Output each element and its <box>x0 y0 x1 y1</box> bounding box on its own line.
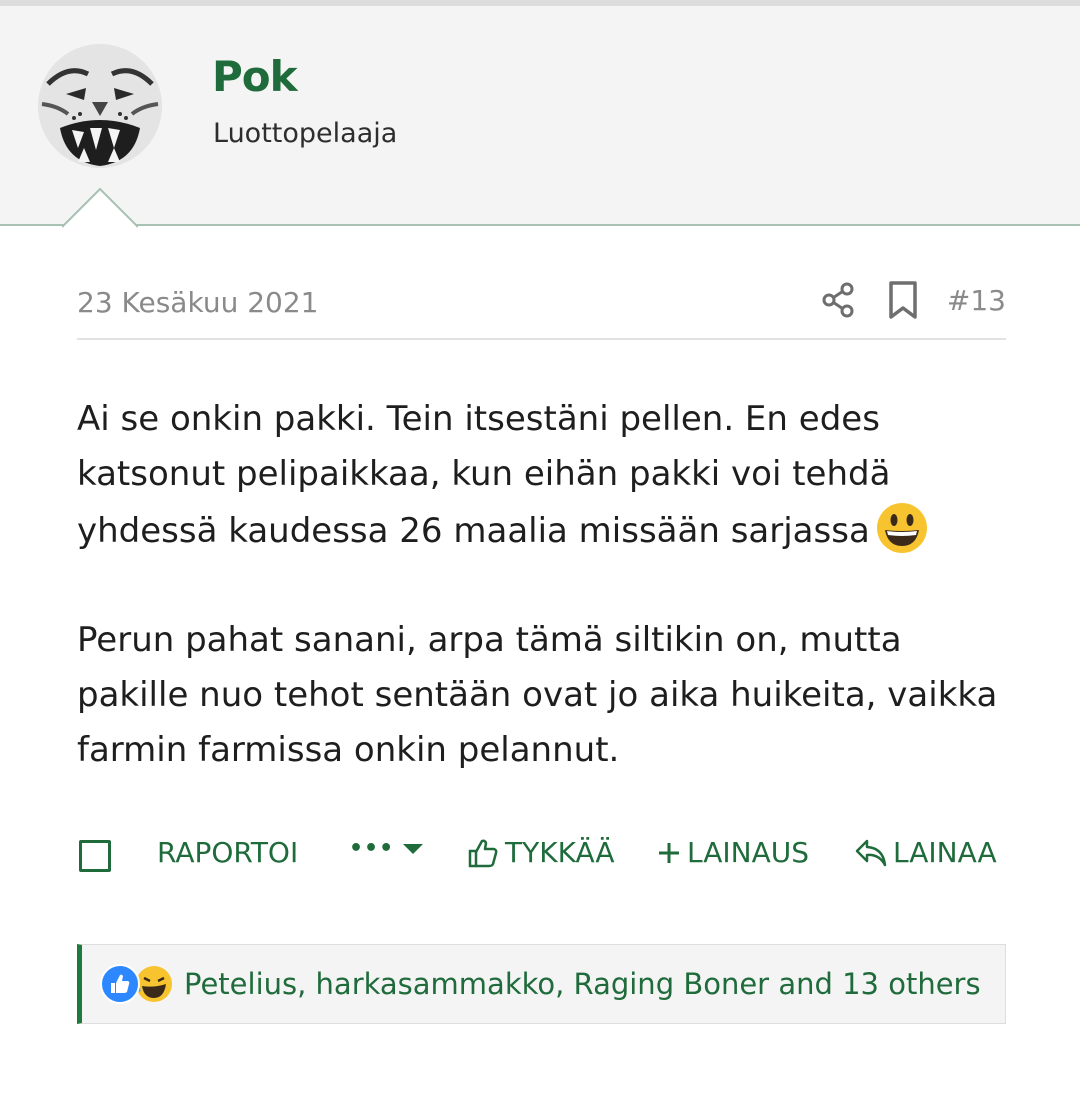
laugh-emoji <box>135 966 172 1002</box>
user-title: Luottopelaaja <box>213 118 398 149</box>
multiquote-label: LAINAUS <box>687 836 810 869</box>
plus-icon <box>659 842 679 863</box>
reactions-bar[interactable]: Petelius, harkasammakko, Raging Boner an… <box>77 944 1006 1024</box>
post-content: Ai se onkin pakki. Tein itsestäni pellen… <box>77 392 1017 832</box>
report-label: RAPORTOI <box>157 836 299 869</box>
post-paragraph: Perun pahat sanani, arpa tämä siltikin o… <box>77 620 998 770</box>
post-number[interactable]: #13 <box>947 284 1006 317</box>
post-paragraph: Ai se onkin pakki. Tein itsestäni pellen… <box>77 392 1017 559</box>
select-checkbox[interactable] <box>79 840 111 872</box>
like-label: TYKKÄÄ <box>505 836 615 869</box>
reaction-icons <box>100 964 172 1004</box>
user-arrow <box>62 188 138 228</box>
reply-button[interactable]: LAINAA <box>855 836 997 869</box>
avatar[interactable] <box>38 44 162 168</box>
reply-label: LAINAA <box>893 836 997 869</box>
share-icon[interactable] <box>819 280 859 320</box>
thumbs-up-icon <box>468 839 498 867</box>
more-options-button[interactable]: ••• <box>349 836 424 861</box>
reply-arrow-icon <box>855 839 887 866</box>
like-reaction-icon <box>100 964 140 1004</box>
more-label: ••• <box>349 836 395 861</box>
user-header: Pok Luottopelaaja <box>0 6 1080 226</box>
multiquote-button[interactable]: LAINAUS <box>657 836 809 869</box>
like-button[interactable]: TYKKÄÄ <box>467 836 615 869</box>
report-button[interactable]: RAPORTOI <box>157 836 298 869</box>
bookmark-icon[interactable] <box>885 280 921 320</box>
post-date[interactable]: 23 Kesäkuu 2021 <box>77 286 318 319</box>
post-meta: 23 Kesäkuu 2021 #13 <box>77 270 1006 340</box>
chevron-down-icon <box>403 843 424 854</box>
grinning-emoji <box>876 503 927 553</box>
post-paragraph-text: Ai se onkin pakki. Tein itsestäni pellen… <box>77 399 891 551</box>
post-actions: RAPORTOI ••• TYKKÄÄ LAINAUS LAINAA <box>77 830 1006 880</box>
username[interactable]: Pok <box>212 52 298 101</box>
avatar-image <box>38 44 162 168</box>
reaction-users[interactable]: Petelius, harkasammakko, Raging Boner an… <box>184 967 981 1001</box>
